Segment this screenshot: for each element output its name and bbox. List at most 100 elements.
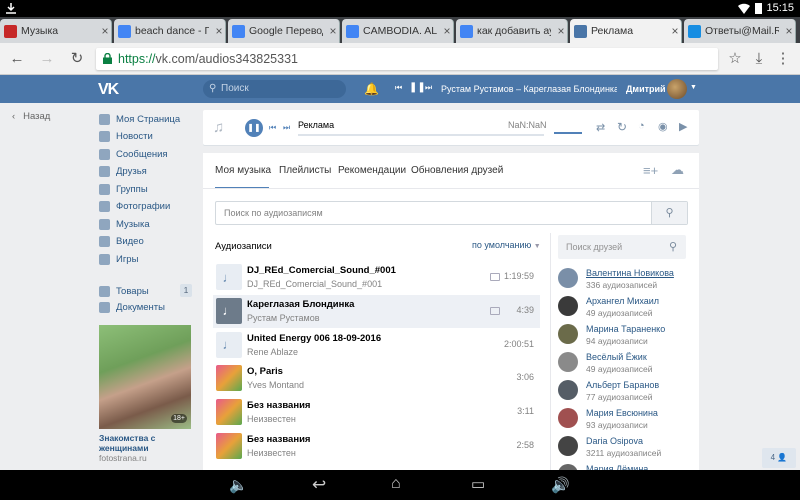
track-cover-icon[interactable]: ♩ bbox=[216, 433, 242, 459]
sidebar-item[interactable]: Друзья bbox=[99, 164, 147, 180]
sidebar-item[interactable]: Группы bbox=[99, 181, 148, 197]
friend-name[interactable]: Валентина Новикова bbox=[586, 268, 674, 278]
volume-down-icon[interactable]: 🔈 bbox=[229, 476, 248, 494]
track-artist[interactable]: Неизвестен bbox=[247, 448, 296, 458]
sort-dropdown[interactable]: по умолчанию ▼ bbox=[472, 240, 541, 250]
friend-name[interactable]: Альберт Баранов bbox=[586, 380, 659, 390]
close-icon[interactable]: × bbox=[99, 24, 111, 38]
pause-icon[interactable]: ❚❚ bbox=[409, 82, 426, 93]
now-playing-text[interactable]: Рустам Рустамов – Карегла­зая Блондинка bbox=[441, 84, 617, 94]
sidebar-item-goods[interactable]: Товары bbox=[99, 283, 149, 299]
friend-item[interactable]: Валентина Новикова 336 аудиозаписей bbox=[558, 268, 688, 296]
music-tab[interactable]: Рекомендации bbox=[338, 165, 406, 176]
close-icon[interactable]: × bbox=[441, 24, 453, 38]
friend-item[interactable]: Архангел Михаил 49 аудиозаписей bbox=[558, 296, 688, 324]
track-artist[interactable]: DJ_REd_Comercial_Sound_#001 bbox=[247, 279, 382, 289]
prev-track-icon[interactable]: ⏮ bbox=[269, 123, 276, 133]
track-cover-icon[interactable]: ♩ bbox=[216, 297, 242, 324]
music-tab[interactable]: Плейлисты bbox=[279, 165, 331, 176]
headphones-icon[interactable]: ◔ bbox=[638, 120, 645, 132]
user-avatar[interactable] bbox=[667, 79, 687, 99]
recents-icon[interactable]: ▭ bbox=[471, 475, 485, 493]
prev-track-icon[interactable]: ⏮ bbox=[395, 83, 402, 93]
vk-search-input[interactable]: ⚲ Поиск bbox=[203, 80, 346, 98]
megaphone-icon[interactable]: ▶ bbox=[679, 120, 687, 133]
sidebar-item[interactable]: Музыка bbox=[99, 216, 150, 232]
friend-item[interactable]: Марина Тараненко 94 аудиозаписи bbox=[558, 324, 688, 352]
volume-slider[interactable] bbox=[554, 132, 582, 134]
track-cover-icon[interactable]: ♩ bbox=[216, 331, 242, 358]
friend-name[interactable]: Марина Тараненко bbox=[586, 324, 665, 334]
friend-item[interactable]: Мария Евсюнина 93 аудиозаписи bbox=[558, 408, 688, 436]
friend-avatar[interactable] bbox=[558, 268, 578, 288]
browser-tab[interactable]: Реклама × bbox=[570, 19, 682, 43]
friends-search-input[interactable]: Поиск друзей ⚲ bbox=[558, 235, 686, 259]
friend-avatar[interactable] bbox=[558, 408, 578, 428]
user-name[interactable]: Дмитрий bbox=[626, 84, 666, 94]
ad-image[interactable]: 18+ bbox=[99, 325, 191, 429]
chat-widget[interactable]: 4 👤 bbox=[762, 448, 796, 468]
track-row[interactable]: ♩ Без названия Неизвестен 2:58 bbox=[213, 430, 540, 463]
home-icon[interactable]: ⌂ bbox=[391, 475, 401, 493]
track-cover-icon[interactable]: ♩ bbox=[216, 264, 242, 290]
menu-icon[interactable]: ⋮ bbox=[774, 50, 792, 68]
bookmark-star-icon[interactable]: ☆ bbox=[726, 50, 744, 68]
repeat-icon[interactable]: ↻ bbox=[617, 120, 627, 134]
reload-icon[interactable]: ↻ bbox=[68, 50, 86, 68]
track-row[interactable]: ♩ DJ_REd_Comercial_Sound_#001 DJ_REd_Comer… bbox=[213, 261, 540, 294]
pause-button[interactable]: ❚❚ bbox=[245, 119, 263, 137]
volume-up-icon[interactable]: 🔊 bbox=[551, 476, 570, 494]
sidebar-item[interactable]: Фотографии bbox=[99, 199, 170, 215]
close-icon[interactable]: × bbox=[213, 24, 225, 38]
sidebar-item[interactable]: Новости bbox=[99, 129, 153, 145]
friend-avatar[interactable] bbox=[558, 296, 578, 316]
friend-avatar[interactable] bbox=[558, 436, 578, 456]
friend-avatar[interactable] bbox=[558, 380, 578, 400]
close-icon[interactable]: × bbox=[669, 24, 681, 38]
track-row[interactable]: ♩ United Energy 006 18-09-2016 Rene Ablaze… bbox=[213, 329, 540, 362]
browser-tab[interactable]: Google Переводч × bbox=[228, 19, 340, 43]
address-bar[interactable]: https://vk.com/audios343825331 bbox=[96, 48, 718, 70]
track-artist[interactable]: Неизвестен bbox=[247, 414, 296, 424]
next-track-icon[interactable]: ⏭ bbox=[425, 83, 432, 93]
audio-search-input[interactable]: Поиск по аудиозаписям ⚲ bbox=[215, 201, 688, 225]
sidebar-item[interactable]: Сообщения bbox=[99, 146, 168, 162]
browser-tab[interactable]: beach dance - Го × bbox=[114, 19, 226, 43]
close-icon[interactable]: × bbox=[327, 24, 339, 38]
track-artist[interactable]: Yves Montand bbox=[247, 380, 304, 390]
bell-icon[interactable]: 🔔 bbox=[364, 82, 379, 96]
broadcast-icon[interactable]: ◉ bbox=[658, 120, 668, 133]
friend-name[interactable]: Мария Евсюнина bbox=[586, 408, 658, 418]
download-icon[interactable]: ⤓ bbox=[750, 50, 768, 68]
friend-name[interactable]: Архангел Михаил bbox=[586, 296, 659, 306]
friend-name[interactable]: Daria Osipova bbox=[586, 436, 643, 446]
chevron-down-icon[interactable]: ▼ bbox=[690, 84, 697, 91]
music-tab[interactable]: Обновления друзей bbox=[411, 165, 503, 176]
sidebar-item[interactable]: Моя Страница bbox=[99, 111, 180, 127]
browser-tab[interactable]: CAMBODIA. ALL × bbox=[342, 19, 454, 43]
back-link[interactable]: ‹ Назад bbox=[12, 111, 50, 122]
track-row[interactable]: ♩ O, Paris Yves Montand 3:06 bbox=[213, 362, 540, 395]
track-cover-icon[interactable]: ♩ bbox=[216, 365, 242, 392]
ad-title[interactable]: Знакомства с женщинами bbox=[99, 433, 195, 453]
close-icon[interactable]: × bbox=[555, 24, 567, 38]
track-artist[interactable]: Rene Ablaze bbox=[247, 347, 298, 357]
friend-avatar[interactable] bbox=[558, 352, 578, 372]
upload-cloud-icon[interactable]: ☁ bbox=[671, 162, 684, 178]
friend-item[interactable]: Daria Osipova 3211 аудиозаписей bbox=[558, 436, 688, 464]
music-tab[interactable]: Моя музыка bbox=[215, 165, 271, 176]
forward-arrow-icon[interactable]: → bbox=[38, 50, 56, 68]
sidebar-item-docs[interactable]: Документы bbox=[99, 299, 165, 315]
close-icon[interactable]: × bbox=[783, 24, 795, 38]
track-cover-icon[interactable]: ♩ bbox=[216, 399, 242, 426]
browser-tab[interactable]: Ответы@Mail.Ru × bbox=[684, 19, 796, 43]
track-row[interactable]: ♩ Кареглазая Блондинка Рустам Рустамов 4:39 bbox=[213, 294, 540, 328]
next-track-icon[interactable]: ⏭ bbox=[283, 123, 290, 133]
track-row[interactable]: ♩ Без названия Неизвестен 3:11 bbox=[213, 396, 540, 429]
friend-item[interactable]: Весёлый Ёжик 49 аудиозаписей bbox=[558, 352, 688, 380]
browser-tab[interactable]: как добавить ау × bbox=[456, 19, 568, 43]
sidebar-item[interactable]: Игры bbox=[99, 251, 138, 267]
sidebar-item[interactable]: Видео bbox=[99, 234, 144, 250]
browser-tab[interactable]: Музыка × bbox=[0, 19, 112, 43]
back-icon[interactable]: ↩ bbox=[312, 475, 326, 495]
